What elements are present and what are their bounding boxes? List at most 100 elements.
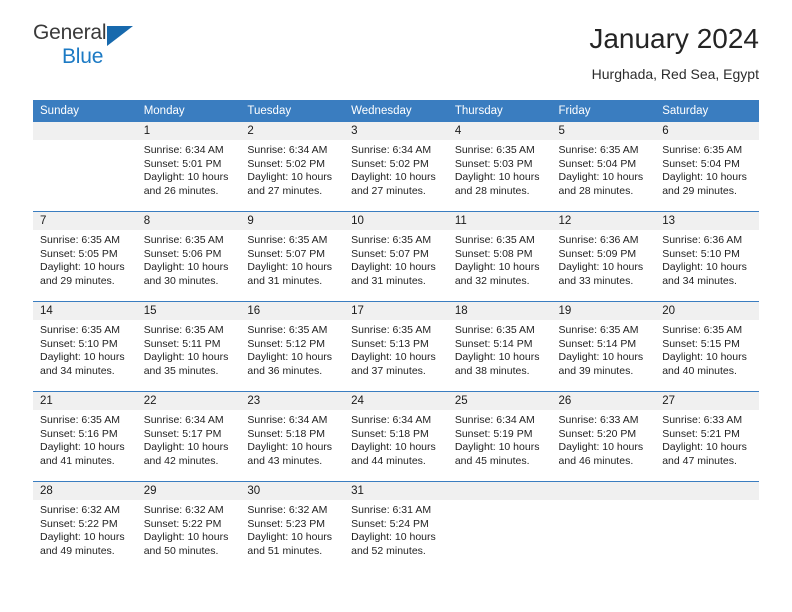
day-cell[interactable] xyxy=(447,482,552,571)
day-number: 29 xyxy=(136,482,241,500)
calendar-page: General Blue January 2024 Hurghada, Red … xyxy=(0,0,792,612)
week-row: 28 Sunrise: 6:32 AM Sunset: 5:22 PM Dayl… xyxy=(33,481,759,571)
daylight-text-cont: and 36 minutes. xyxy=(247,364,323,377)
daylight-text: Daylight: 10 hours xyxy=(143,531,229,544)
page-header: General Blue January 2024 Hurghada, Red … xyxy=(33,0,759,100)
day-number: 17 xyxy=(344,302,448,320)
sunset-text: Sunset: 5:22 PM xyxy=(40,517,118,530)
day-cell[interactable]: 25 Sunrise: 6:34 AM Sunset: 5:19 PM Dayl… xyxy=(447,392,552,481)
sunset-text: Sunset: 5:17 PM xyxy=(143,427,222,440)
sunset-text: Sunset: 5:09 PM xyxy=(558,247,637,260)
daylight-text: Daylight: 10 hours xyxy=(351,261,436,274)
day-number: 30 xyxy=(240,482,345,500)
day-number: 21 xyxy=(33,392,137,410)
day-cell[interactable]: 22 Sunrise: 6:34 AM Sunset: 5:17 PM Dayl… xyxy=(136,392,241,481)
daylight-text: Daylight: 10 hours xyxy=(247,351,333,364)
sunset-text: Sunset: 5:03 PM xyxy=(454,157,533,170)
day-cell[interactable]: 28 Sunrise: 6:32 AM Sunset: 5:22 PM Dayl… xyxy=(33,482,137,571)
day-cell[interactable]: 10 Sunrise: 6:35 AM Sunset: 5:07 PM Dayl… xyxy=(344,212,448,301)
triangle-icon xyxy=(107,26,133,46)
day-details: Sunrise: 6:31 AM Sunset: 5:24 PM Dayligh… xyxy=(344,500,448,558)
day-number: 7 xyxy=(33,212,137,230)
daylight-text: Daylight: 10 hours xyxy=(454,441,540,454)
day-details: Sunrise: 6:34 AM Sunset: 5:02 PM Dayligh… xyxy=(344,140,448,198)
daylight-text-cont: and 49 minutes. xyxy=(40,544,115,557)
sunset-text: Sunset: 5:24 PM xyxy=(351,517,429,530)
day-details: Sunrise: 6:34 AM Sunset: 5:18 PM Dayligh… xyxy=(240,410,344,468)
day-cell[interactable]: 14 Sunrise: 6:35 AM Sunset: 5:10 PM Dayl… xyxy=(33,302,137,391)
day-cell[interactable]: 29 Sunrise: 6:32 AM Sunset: 5:22 PM Dayl… xyxy=(136,482,241,571)
day-cell[interactable]: 8 Sunrise: 6:35 AM Sunset: 5:06 PM Dayli… xyxy=(136,212,241,301)
day-cell[interactable]: 7 Sunrise: 6:35 AM Sunset: 5:05 PM Dayli… xyxy=(33,212,137,301)
day-cell[interactable]: 15 Sunrise: 6:35 AM Sunset: 5:11 PM Dayl… xyxy=(136,302,241,391)
sunrise-text: Sunrise: 6:35 AM xyxy=(247,234,328,246)
day-number: 8 xyxy=(136,212,241,230)
sunrise-text: Sunrise: 6:31 AM xyxy=(351,504,432,516)
day-cell[interactable]: 13 Sunrise: 6:36 AM Sunset: 5:10 PM Dayl… xyxy=(655,212,759,301)
day-cell[interactable]: 24 Sunrise: 6:34 AM Sunset: 5:18 PM Dayl… xyxy=(344,392,448,481)
day-cell[interactable]: 3 Sunrise: 6:34 AM Sunset: 5:02 PM Dayli… xyxy=(344,122,448,211)
day-cell[interactable]: 27 Sunrise: 6:33 AM Sunset: 5:21 PM Dayl… xyxy=(655,392,759,481)
day-cell[interactable] xyxy=(551,482,656,571)
sunrise-text: Sunrise: 6:33 AM xyxy=(558,414,639,426)
sunset-text: Sunset: 5:11 PM xyxy=(143,337,221,350)
day-cell[interactable]: 16 Sunrise: 6:35 AM Sunset: 5:12 PM Dayl… xyxy=(240,302,345,391)
week-row: 1 Sunrise: 6:34 AM Sunset: 5:01 PM Dayli… xyxy=(33,122,759,212)
day-cell[interactable]: 18 Sunrise: 6:35 AM Sunset: 5:14 PM Dayl… xyxy=(447,302,552,391)
day-details: Sunrise: 6:35 AM Sunset: 5:10 PM Dayligh… xyxy=(33,320,137,378)
day-number: 4 xyxy=(447,122,552,140)
day-details xyxy=(448,500,552,504)
day-details: Sunrise: 6:34 AM Sunset: 5:01 PM Dayligh… xyxy=(137,140,241,198)
day-cell[interactable]: 1 Sunrise: 6:34 AM Sunset: 5:01 PM Dayli… xyxy=(136,122,241,211)
day-cell[interactable]: 20 Sunrise: 6:35 AM Sunset: 5:15 PM Dayl… xyxy=(655,302,759,391)
sunset-text: Sunset: 5:05 PM xyxy=(40,247,118,260)
day-cell[interactable]: 5 Sunrise: 6:35 AM Sunset: 5:04 PM Dayli… xyxy=(551,122,656,211)
day-number: 24 xyxy=(344,392,448,410)
daylight-text: Daylight: 10 hours xyxy=(40,351,125,364)
day-cell[interactable] xyxy=(655,482,759,571)
day-details: Sunrise: 6:35 AM Sunset: 5:13 PM Dayligh… xyxy=(344,320,448,378)
day-cell[interactable]: 12 Sunrise: 6:36 AM Sunset: 5:09 PM Dayl… xyxy=(551,212,656,301)
day-cell[interactable]: 19 Sunrise: 6:35 AM Sunset: 5:14 PM Dayl… xyxy=(551,302,656,391)
daylight-text: Daylight: 10 hours xyxy=(247,261,333,274)
sunrise-text: Sunrise: 6:34 AM xyxy=(351,414,432,426)
day-cell[interactable]: 26 Sunrise: 6:33 AM Sunset: 5:20 PM Dayl… xyxy=(551,392,656,481)
week-row: 7 Sunrise: 6:35 AM Sunset: 5:05 PM Dayli… xyxy=(33,211,759,302)
daylight-text: Daylight: 10 hours xyxy=(351,171,436,184)
day-cell[interactable]: 11 Sunrise: 6:35 AM Sunset: 5:08 PM Dayl… xyxy=(447,212,552,301)
daylight-text: Daylight: 10 hours xyxy=(454,351,540,364)
sunset-text: Sunset: 5:10 PM xyxy=(662,247,740,260)
sunset-text: Sunset: 5:14 PM xyxy=(558,337,637,350)
daylight-text: Daylight: 10 hours xyxy=(40,441,125,454)
sunset-text: Sunset: 5:10 PM xyxy=(40,337,118,350)
day-cell[interactable]: 21 Sunrise: 6:35 AM Sunset: 5:16 PM Dayl… xyxy=(33,392,137,481)
sunset-text: Sunset: 5:07 PM xyxy=(247,247,326,260)
day-number: 18 xyxy=(447,302,552,320)
day-cell[interactable]: 23 Sunrise: 6:34 AM Sunset: 5:18 PM Dayl… xyxy=(240,392,345,481)
day-cell[interactable]: 31 Sunrise: 6:31 AM Sunset: 5:24 PM Dayl… xyxy=(344,482,448,571)
daylight-text: Daylight: 10 hours xyxy=(40,531,125,544)
daylight-text: Daylight: 10 hours xyxy=(454,171,540,184)
day-cell[interactable]: 9 Sunrise: 6:35 AM Sunset: 5:07 PM Dayli… xyxy=(240,212,345,301)
daylight-text-cont: and 45 minutes. xyxy=(454,454,530,467)
day-details: Sunrise: 6:35 AM Sunset: 5:05 PM Dayligh… xyxy=(33,230,137,288)
daylight-text-cont: and 31 minutes. xyxy=(351,274,426,287)
day-cell[interactable]: 17 Sunrise: 6:35 AM Sunset: 5:13 PM Dayl… xyxy=(344,302,448,391)
day-cell[interactable] xyxy=(33,122,137,211)
brand-logo[interactable]: General Blue xyxy=(33,22,143,78)
day-number: 12 xyxy=(551,212,656,230)
daylight-text-cont: and 41 minutes. xyxy=(40,454,115,467)
sunset-text: Sunset: 5:14 PM xyxy=(454,337,533,350)
day-cell[interactable]: 4 Sunrise: 6:35 AM Sunset: 5:03 PM Dayli… xyxy=(447,122,552,211)
daylight-text: Daylight: 10 hours xyxy=(143,351,229,364)
day-cell[interactable]: 30 Sunrise: 6:32 AM Sunset: 5:23 PM Dayl… xyxy=(240,482,345,571)
day-cell[interactable]: 2 Sunrise: 6:34 AM Sunset: 5:02 PM Dayli… xyxy=(240,122,345,211)
day-details: Sunrise: 6:32 AM Sunset: 5:22 PM Dayligh… xyxy=(33,500,137,558)
daylight-text-cont: and 28 minutes. xyxy=(454,184,530,197)
sunrise-text: Sunrise: 6:32 AM xyxy=(247,504,328,516)
day-cell[interactable]: 6 Sunrise: 6:35 AM Sunset: 5:04 PM Dayli… xyxy=(655,122,759,211)
day-details: Sunrise: 6:34 AM Sunset: 5:18 PM Dayligh… xyxy=(344,410,448,468)
day-number: 6 xyxy=(655,122,759,140)
day-details xyxy=(552,500,656,504)
daylight-text-cont: and 29 minutes. xyxy=(40,274,115,287)
